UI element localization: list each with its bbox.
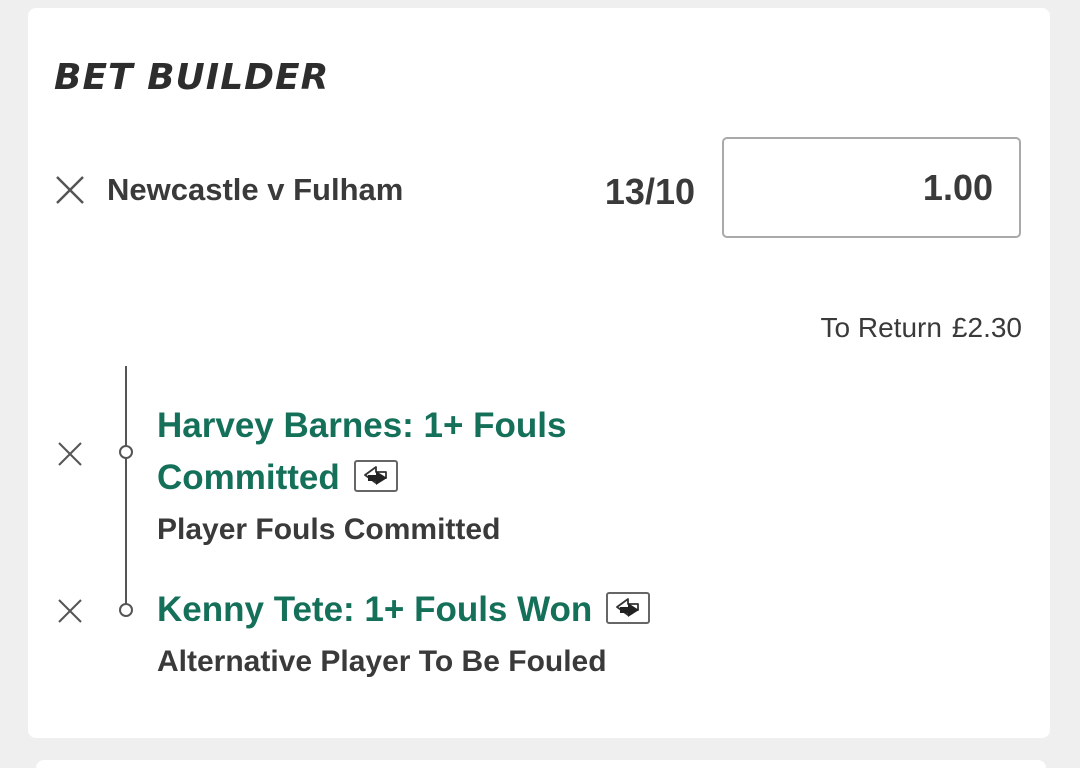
selection-title-text: Kenny Tete: 1+ Fouls Won (157, 590, 593, 629)
selection-market: Alternative Player To Be Fouled (157, 645, 607, 678)
swap-icon[interactable] (353, 459, 398, 492)
selection-market: Player Fouls Committed (157, 513, 501, 546)
bet-odds: 13/10 (604, 171, 695, 212)
remove-selection-close-icon[interactable] (54, 595, 86, 627)
event-name: Newcastle v Fulham (107, 172, 404, 207)
bet-builder-title: BET BUILDER (54, 57, 330, 98)
timeline-node (119, 445, 133, 459)
to-return-value: £2.30 (951, 312, 1022, 343)
swap-icon[interactable] (606, 591, 651, 624)
potential-return: To Return £2.30 (821, 311, 1022, 345)
remove-selection-close-icon[interactable] (54, 438, 86, 470)
selection-title-line1: Harvey Barnes: 1+ Fouls (157, 406, 567, 445)
to-return-label: To Return (820, 312, 942, 343)
next-card-edge (36, 760, 1046, 768)
selection-title-line2: Committed (157, 452, 398, 504)
selection-title-text: Committed (157, 458, 340, 497)
stake-input[interactable] (722, 137, 1021, 238)
timeline-node (119, 603, 133, 617)
selection-timeline-line (125, 366, 127, 610)
bet-builder-card: BET BUILDER Newcastle v Fulham 13/10 To … (28, 8, 1050, 738)
remove-bet-close-icon[interactable] (54, 174, 86, 206)
selection-title-line1: Kenny Tete: 1+ Fouls Won (157, 584, 651, 636)
